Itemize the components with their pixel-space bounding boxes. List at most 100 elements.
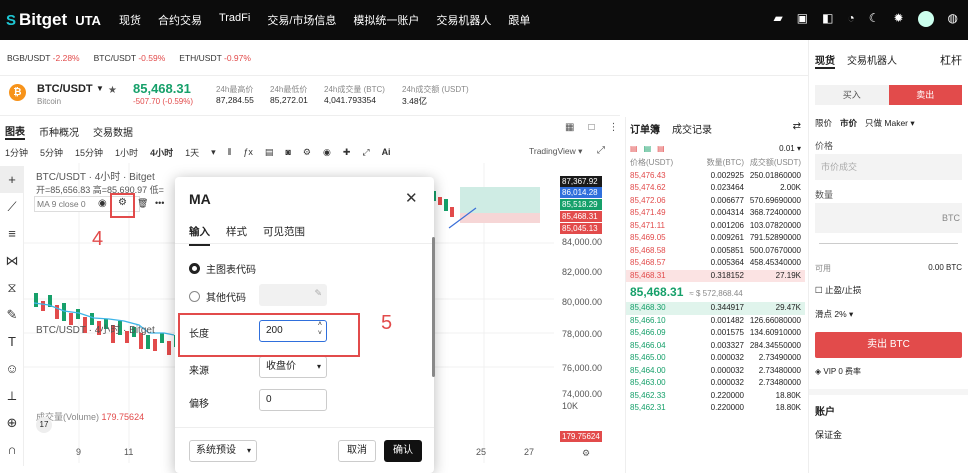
- tab-spot[interactable]: 现货: [815, 52, 835, 69]
- orderbook-row[interactable]: 85,471.11 0.001206 103.07820000: [626, 220, 805, 233]
- tpsl-checkbox[interactable]: ☐ 止盈/止损: [809, 278, 968, 302]
- camera-icon[interactable]: ◙: [285, 147, 290, 157]
- compare-icon[interactable]: ◉: [323, 147, 331, 158]
- theme-moon-icon[interactable]: ☾: [869, 11, 880, 27]
- sell-tab[interactable]: 卖出: [888, 85, 962, 105]
- orderbook-row[interactable]: 85,476.43 0.002925 250.01860000: [626, 170, 805, 183]
- tab-coin-overview[interactable]: 币种概况: [39, 124, 79, 139]
- price-axis[interactable]: 87,367.92 86,014.28 85,518.29 85,468.31 …: [554, 163, 620, 463]
- ticker-item[interactable]: BGB/USDT -2.28%: [7, 53, 80, 63]
- orderbook-row[interactable]: 85,464.00 0.000032 2.73480000: [626, 365, 805, 378]
- avatar-icon[interactable]: [917, 11, 934, 27]
- pair-name[interactable]: BTC/USDT: [37, 83, 93, 95]
- preset-select[interactable]: 系统预设 ▾: [189, 440, 257, 462]
- orderbook-row[interactable]: 85,466.09 0.001575 134.60910000: [626, 327, 805, 340]
- layout-icon[interactable]: ▤: [265, 147, 274, 158]
- orderbook-row[interactable]: 85,468.31 0.318152 27.19K: [626, 269, 805, 282]
- favorite-star-icon[interactable]: ★: [108, 85, 117, 96]
- nav-copy-trading[interactable]: 跟单: [508, 12, 530, 28]
- candle-type-icon[interactable]: ⫴: [228, 147, 232, 158]
- nav-trading-bots[interactable]: 交易机器人: [436, 12, 491, 28]
- ticker-item[interactable]: ETH/USDT -0.97%: [179, 53, 251, 63]
- tab-trading-data[interactable]: 交易数据: [93, 124, 133, 139]
- orderbook-row[interactable]: 85,469.05 0.009261 791.52890000: [626, 232, 805, 245]
- orderbook-row[interactable]: 85,468.58 0.005851 500.07670000: [626, 245, 805, 258]
- order-type-market[interactable]: 市价: [840, 117, 857, 129]
- delete-icon[interactable]: 🗑: [137, 198, 148, 209]
- text-icon[interactable]: T: [0, 328, 24, 355]
- source-select[interactable]: 收盘价 ▾: [259, 356, 327, 378]
- fib-icon[interactable]: ⧖: [0, 274, 24, 301]
- notification-icon[interactable]: ◔: [847, 11, 854, 27]
- cancel-button[interactable]: 取消: [338, 440, 376, 462]
- ruler-icon[interactable]: ⟂: [0, 382, 24, 409]
- expand-icon[interactable]: ⤢: [362, 147, 369, 158]
- order-type-limit[interactable]: 限价: [815, 117, 832, 129]
- confirm-button[interactable]: 确认: [384, 440, 422, 462]
- vip-fee[interactable]: ◈ VIP 0 费率: [809, 364, 968, 379]
- tf-15m[interactable]: 15分钟: [75, 146, 103, 159]
- orderbook-row[interactable]: 85,474.62 0.023464 2.00K: [626, 182, 805, 195]
- radio-other-symbol[interactable]: 其他代码: [189, 289, 246, 304]
- pair-dropdown-icon[interactable]: ▼: [96, 84, 104, 93]
- timeframe-dropdown-icon[interactable]: ▾: [211, 147, 216, 158]
- offset-input[interactable]: 0: [259, 389, 327, 411]
- magnet-icon[interactable]: ∩: [0, 436, 24, 463]
- tf-5m[interactable]: 5分钟: [40, 146, 63, 159]
- tf-1h[interactable]: 1小时: [115, 146, 138, 159]
- more-icon[interactable]: ⋮: [609, 122, 619, 133]
- brush-icon[interactable]: ✎: [0, 301, 24, 328]
- orderbook-row[interactable]: 85,472.06 0.006677 570.69690000: [626, 195, 805, 208]
- fullscreen-icon[interactable]: ⤢: [597, 145, 605, 156]
- view-both-icon[interactable]: ▤: [630, 144, 638, 153]
- horizontal-lines-icon[interactable]: ≡: [0, 220, 24, 247]
- slippage-select[interactable]: 滑点 2% ▾: [809, 302, 968, 326]
- message-icon[interactable]: ▣: [797, 11, 808, 27]
- buy-tab[interactable]: 买入: [815, 85, 889, 105]
- orderbook-row[interactable]: 85,471.49 0.004314 368.72400000: [626, 207, 805, 220]
- orderbook-row[interactable]: 85,468.57 0.005364 458.45340000: [626, 257, 805, 270]
- indicator-icon[interactable]: ƒx: [243, 147, 253, 157]
- orderbook-row[interactable]: 85,466.04 0.003327 284.34550000: [626, 340, 805, 353]
- tradingview-toggle[interactable]: TradingView ▾: [529, 146, 582, 157]
- pattern-icon[interactable]: ⋈: [0, 247, 24, 274]
- window-icon[interactable]: □: [588, 122, 594, 133]
- orderbook-row[interactable]: 85,466.10 0.001482 126.66080000: [626, 315, 805, 328]
- qty-slider[interactable]: [819, 243, 958, 249]
- calculator-icon[interactable]: ▦: [565, 122, 574, 133]
- sell-btc-button[interactable]: 卖出 BTC: [815, 332, 962, 358]
- order-type-maker[interactable]: 只做 Maker ▾: [865, 117, 915, 129]
- settings-gear-icon[interactable]: ✹: [893, 11, 903, 27]
- tf-1m[interactable]: 1分钟: [5, 146, 28, 159]
- settings-icon[interactable]: ⚙: [303, 147, 311, 158]
- dialog-scrollbar[interactable]: [432, 237, 435, 377]
- download-icon[interactable]: ▰: [774, 11, 783, 27]
- tab-bots[interactable]: 交易机器人: [847, 52, 897, 69]
- zoom-icon[interactable]: ⊕: [0, 409, 24, 436]
- nav-demo-account[interactable]: 模拟统一账户: [353, 12, 419, 28]
- orderbook-row[interactable]: 85,462.31 0.220000 18.80K: [626, 402, 805, 415]
- alert-icon[interactable]: ✚: [343, 147, 351, 158]
- tab-trades[interactable]: 成交记录: [672, 121, 712, 136]
- qty-input[interactable]: BTC: [815, 203, 962, 233]
- tab-orderbook[interactable]: 订单簿: [630, 121, 660, 136]
- tab-margin[interactable]: 杠杆: [940, 52, 962, 69]
- wallet-icon[interactable]: ◧: [822, 11, 833, 27]
- view-asks-icon[interactable]: ▤: [657, 144, 665, 153]
- tf-1d[interactable]: 1天: [185, 146, 199, 159]
- nav-tradfi[interactable]: TradFi: [219, 12, 250, 28]
- close-icon[interactable]: ✕: [405, 189, 418, 207]
- nav-futures[interactable]: 合约交易: [158, 12, 202, 28]
- symbol-input[interactable]: ✎: [259, 284, 327, 306]
- more-dots-icon[interactable]: •••: [155, 198, 164, 208]
- nav-spot[interactable]: 现货: [119, 12, 141, 28]
- radio-main-symbol[interactable]: 主图表代码: [189, 261, 256, 276]
- uta-label[interactable]: UTA: [75, 13, 101, 28]
- tab-chart[interactable]: 图表: [5, 123, 25, 140]
- ai-icon[interactable]: Ai: [382, 147, 391, 157]
- trendline-icon[interactable]: ⟋: [0, 193, 24, 220]
- swap-icon[interactable]: ⇄: [793, 121, 801, 136]
- globe-icon[interactable]: ◍: [948, 11, 958, 27]
- nav-market-info[interactable]: 交易/市场信息: [267, 12, 336, 28]
- price-input[interactable]: 市价成交: [815, 154, 962, 180]
